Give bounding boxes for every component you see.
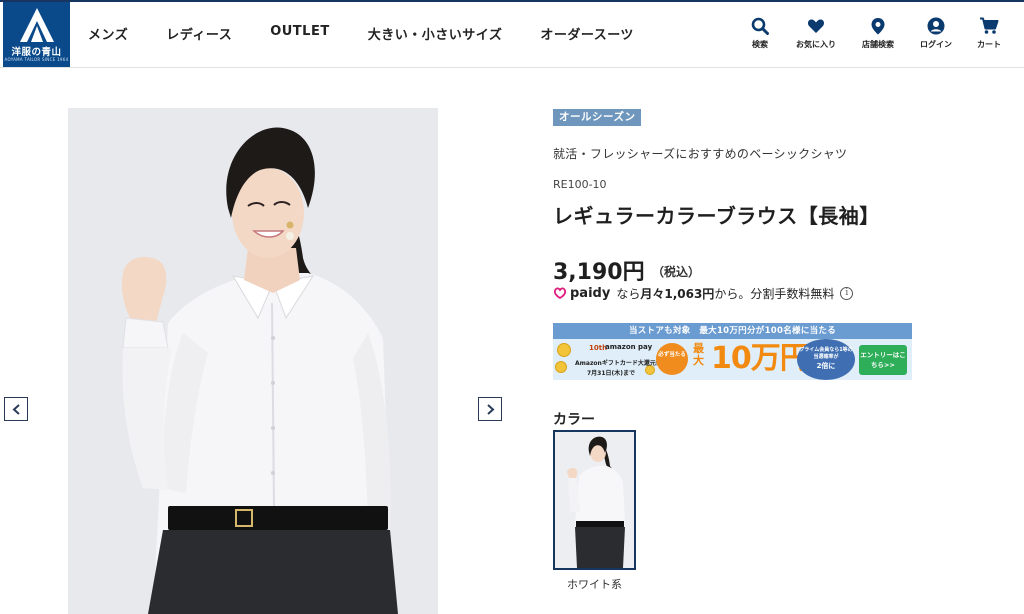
- banner-prize-amount: 10万円: [711, 341, 810, 376]
- banner-headline: 当ストアも対象 最大10万円分が100名様に当たる: [553, 323, 912, 339]
- color-section-label: カラー: [553, 412, 595, 428]
- search-button[interactable]: 検索: [730, 17, 790, 50]
- nav-order-suits[interactable]: オーダースーツ: [540, 24, 634, 43]
- heart-icon: [807, 19, 825, 33]
- nav-mens[interactable]: メンズ: [88, 24, 128, 43]
- paidy-logo-text: paidy: [570, 285, 611, 301]
- banner-deadline: 7月31日(木)まで: [587, 370, 636, 377]
- product-sku: RE100-10: [553, 178, 607, 191]
- chevron-right-icon: [487, 404, 495, 415]
- banner-max-label: 最大: [693, 342, 704, 367]
- nav-outlet[interactable]: OUTLET: [270, 24, 330, 43]
- swatch-thumbnail: [555, 432, 634, 568]
- product-title: レギュラーカラーブラウス【長袖】: [553, 204, 880, 228]
- paidy-suffix: から。分割手数料無料: [714, 286, 835, 301]
- color-swatch-name: ホワイト系: [567, 578, 622, 591]
- product-price: 3,190円: [553, 260, 645, 285]
- logo-subtext: AOYAMA TAILOR SINCE 1964: [4, 57, 69, 62]
- header-top-line: [0, 0, 1024, 2]
- brand-logo[interactable]: 洋服の青山 AOYAMA TAILOR SINCE 1964: [3, 2, 70, 67]
- banner-gift-card: Amazonギフトカード大還元祭: [575, 360, 662, 367]
- search-icon: [751, 17, 769, 35]
- cart-label: カート: [977, 40, 1001, 49]
- paidy-logo-icon: [553, 287, 567, 300]
- store-search-label: 店舗検索: [862, 40, 894, 49]
- coin-icon: [557, 343, 571, 357]
- login-label: ログイン: [920, 40, 952, 49]
- amazon-pay-campaign-banner[interactable]: 当ストアも対象 最大10万円分が100名様に当たる 10th amazon pa…: [553, 323, 912, 380]
- banner-amazon-pay: amazon pay: [605, 343, 653, 351]
- main-nav: メンズ レディース OUTLET 大きい・小さいサイズ オーダースーツ: [88, 24, 672, 43]
- tax-note: （税込）: [652, 265, 701, 279]
- nav-big-small-sizes[interactable]: 大きい・小さいサイズ: [368, 24, 503, 43]
- product-main-image: [68, 108, 438, 614]
- favorites-button[interactable]: お気に入り: [786, 17, 846, 50]
- gallery-next-button[interactable]: [478, 397, 502, 421]
- banner-prime-note: プライム会員なら1等の当選確率が 2倍に: [797, 339, 855, 380]
- nav-ladies[interactable]: レディース: [166, 24, 232, 43]
- color-swatch-white[interactable]: [553, 430, 636, 570]
- chevron-left-icon: [12, 404, 20, 415]
- favorites-label: お気に入り: [796, 40, 836, 49]
- logo-mountain-icon: [20, 8, 54, 42]
- user-icon: [927, 17, 945, 35]
- map-pin-icon: [871, 18, 885, 35]
- logo-text: 洋服の青山: [11, 47, 62, 58]
- banner-entry-button[interactable]: エントリーはこちら>>: [859, 345, 907, 375]
- season-tag: オールシーズン: [553, 109, 642, 126]
- banner-prime-x2: 2倍に: [816, 362, 836, 370]
- banner-guaranteed-badge: 必ず当たる: [656, 343, 688, 375]
- login-button[interactable]: ログイン: [906, 17, 966, 50]
- coin-icon: [555, 361, 567, 373]
- store-search-button[interactable]: 店舗検索: [848, 17, 908, 50]
- paidy-prefix: なら: [616, 286, 641, 301]
- product-catch-copy: 就活・フレッシャーズにおすすめのベーシックシャツ: [553, 147, 848, 161]
- cart-icon: [980, 17, 999, 34]
- site-header: 洋服の青山 AOYAMA TAILOR SINCE 1964 メンズ レディース…: [0, 0, 1024, 68]
- paidy-installment-info: paidy なら 月々1,063円 から。分割手数料無料 i: [553, 285, 854, 301]
- info-icon[interactable]: i: [840, 286, 854, 300]
- cart-button[interactable]: カート: [959, 17, 1019, 50]
- search-label: 検索: [752, 40, 768, 49]
- model-photo: [68, 108, 438, 614]
- paidy-monthly-amount: 月々1,063円: [640, 286, 715, 301]
- gallery-prev-button[interactable]: [4, 397, 28, 421]
- banner-prime-text: プライム会員なら1等の当選確率が: [799, 347, 853, 360]
